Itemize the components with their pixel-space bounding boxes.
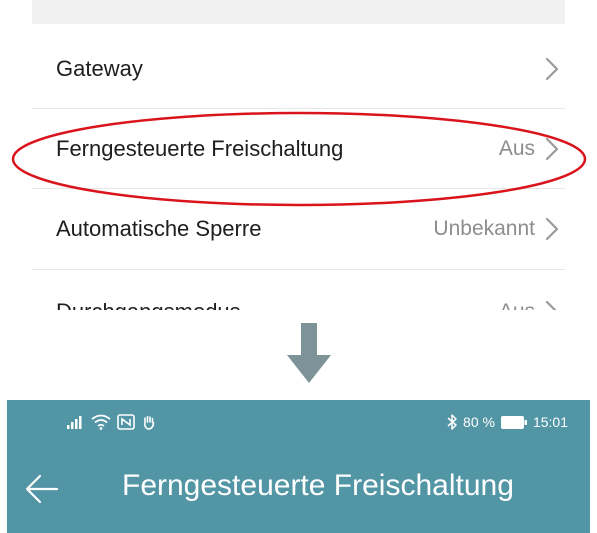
phone-screenshot: 80 % 15:01 Ferngesteuerte Freischaltung [7,400,590,533]
battery-percent: 80 % [463,414,495,430]
top-strip [0,0,597,24]
settings-row-gateway[interactable]: Gateway [32,30,565,108]
hand-icon [144,415,155,430]
divider [32,269,565,270]
status-icons-right: 80 % 15:01 [447,414,568,430]
top-strip-surface [32,0,565,24]
row-label: Automatische Sperre [56,216,262,241]
row-value: Unbekannt [433,217,535,240]
row-right [535,57,565,81]
battery-icon [500,415,527,429]
row-value: Aus [499,300,535,310]
row-label: Durchgangsmodus [32,299,241,310]
chevron-right-icon [545,57,559,81]
settings-row-passage-mode[interactable]: Durchgangsmodus Aus [32,273,565,310]
status-icons-left [67,414,157,430]
row-right: Unbekannt [433,217,565,241]
row-label: Gateway [56,56,143,81]
chevron-right-icon [545,300,557,310]
divider [32,108,565,109]
row-right: Aus [499,300,565,310]
page-title: Ferngesteuerte Freischaltung [122,469,514,502]
back-arrow-icon[interactable] [25,474,59,504]
chevron-right-icon [545,217,559,241]
app-bar: Ferngesteuerte Freischaltung [7,446,590,533]
down-arrow-icon [287,323,331,383]
clock: 15:01 [532,414,568,430]
nfc-icon [117,414,135,430]
signal-icon [67,416,82,429]
wifi-icon [91,414,111,430]
status-bar: 80 % 15:01 [7,400,590,446]
bluetooth-icon [447,414,457,430]
highlight-ellipse [11,111,587,207]
